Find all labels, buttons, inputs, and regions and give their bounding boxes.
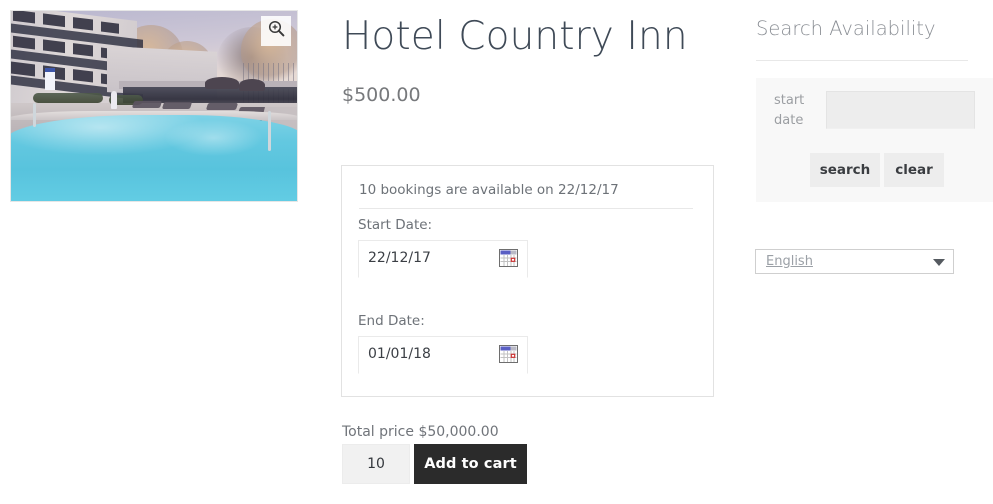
search-button[interactable]: search [810, 153, 880, 187]
sidebar: Search Availability start date search cl… [755, 0, 993, 40]
photo-sign [45, 68, 55, 90]
chevron-down-icon [933, 259, 945, 266]
gallery-frame [10, 10, 298, 202]
sidebar-heading: Search Availability [756, 17, 993, 40]
search-availability-widget: start date search clear [756, 78, 993, 202]
end-date-field[interactable]: 01/01/18 [358, 336, 528, 374]
sidebar-divider [756, 60, 968, 61]
language-select[interactable]: English [755, 249, 954, 274]
product-gallery[interactable] [10, 10, 298, 202]
search-widget-buttons: search clear [810, 153, 944, 187]
photo-lounger-2 [162, 102, 192, 109]
availability-note: 10 bookings are available on 22/12/17 [359, 182, 693, 209]
language-select-value: English [766, 254, 813, 269]
total-price: Total price $50,000.00 [342, 424, 499, 440]
photo-lounger-3 [206, 103, 238, 110]
start-date-label: Start Date: [358, 217, 432, 233]
booking-form-panel: 10 bookings are available on 22/12/17 St… [341, 165, 714, 397]
product-price: $500.00 [342, 84, 731, 106]
add-to-cart-button[interactable]: Add to cart [414, 444, 527, 484]
end-date-value: 01/01/18 [368, 346, 431, 362]
start-date-value: 22/12/17 [368, 250, 431, 266]
page-title: Hotel Country Inn [342, 15, 731, 60]
photo-pool-rail-right [268, 111, 271, 151]
photo-lounger-1 [132, 101, 162, 108]
search-start-date-label: start date [774, 91, 826, 131]
photo-umbrella-2 [239, 79, 265, 91]
clear-button[interactable]: clear [884, 153, 944, 187]
magnifier-plus-icon [268, 20, 285, 42]
end-date-label: End Date: [358, 313, 425, 329]
photo-hedge [33, 93, 103, 103]
search-start-date-input[interactable] [826, 91, 975, 129]
quantity-input[interactable]: 10 [342, 444, 410, 484]
photo-pool-water [11, 115, 297, 201]
search-start-date-row: start date [774, 91, 975, 131]
calendar-picker-icon[interactable] [499, 249, 518, 267]
hotel-pool-photo[interactable] [11, 11, 297, 201]
photo-pool-rail-left [33, 103, 36, 127]
zoom-image-button[interactable] [261, 16, 291, 46]
product-summary: Hotel Country Inn $500.00 10 bookings ar… [341, 0, 731, 106]
start-date-field[interactable]: 22/12/17 [358, 240, 528, 278]
photo-umbrella [205, 77, 239, 89]
photo-person [111, 91, 117, 109]
calendar-picker-icon-end[interactable] [499, 345, 518, 363]
